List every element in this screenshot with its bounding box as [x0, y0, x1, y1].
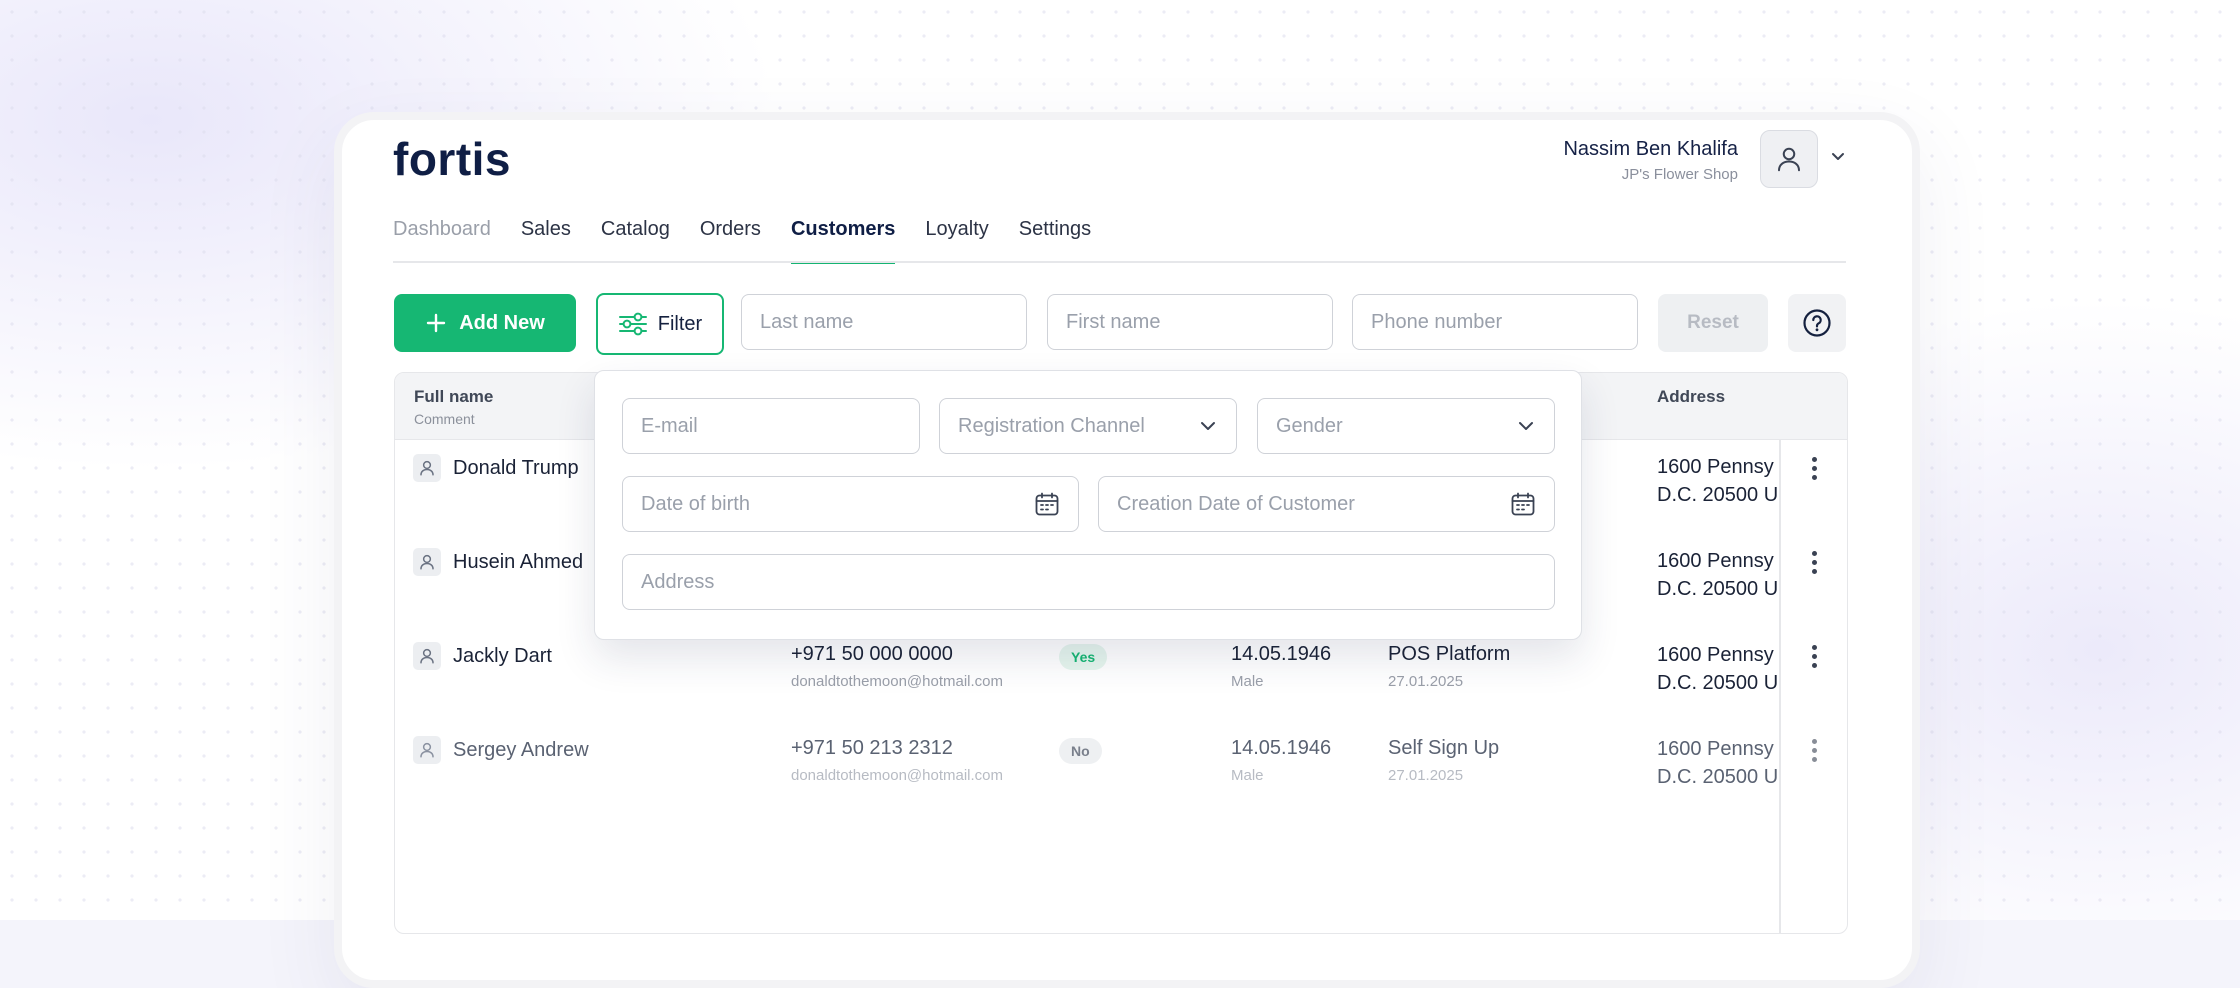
registration-channel-placeholder: Registration Channel — [958, 414, 1145, 437]
date-of-birth-field[interactable]: Date of birth — [622, 476, 1079, 532]
email-field[interactable]: E-mail — [622, 398, 920, 454]
address-line-2: D.C. 20500 U — [1657, 766, 1779, 788]
user-shop: JP's Flower Shop — [1621, 166, 1738, 183]
customer-dob: 14.05.1946 — [1231, 643, 1332, 665]
creation-date-placeholder: Creation Date of Customer — [1117, 492, 1355, 515]
customer-dob: 14.05.1946 — [1231, 737, 1332, 759]
user-icon — [1778, 147, 1800, 172]
sliders-icon — [618, 312, 647, 336]
tab-customers[interactable]: Customers — [790, 214, 896, 264]
filter-panel: E-mail Registration Channel Gender Date … — [594, 370, 1582, 640]
filter-button[interactable]: Filter — [596, 293, 724, 355]
address-line-1: 1600 Pennsy — [1657, 456, 1774, 478]
tab-sales[interactable]: Sales — [521, 214, 571, 264]
gender-select[interactable]: Gender — [1257, 398, 1555, 454]
last-name-input[interactable]: Last name — [741, 294, 1027, 350]
calendar-icon[interactable] — [1510, 491, 1536, 517]
gender-placeholder: Gender — [1276, 414, 1343, 437]
tab-orders[interactable]: Orders — [700, 214, 761, 264]
row-menu-icon[interactable] — [1811, 551, 1817, 574]
customer-address: 1600 Pennsy D.C. 20500 U — [1657, 641, 1779, 697]
table-row[interactable]: Sergey Andrew +971 50 213 2312 donaldtot… — [395, 721, 1847, 815]
person-icon — [413, 736, 441, 764]
last-name-placeholder: Last name — [760, 310, 854, 333]
status-badge: Yes — [1059, 644, 1108, 670]
tabs-divider — [393, 261, 1846, 263]
row-menu-icon[interactable] — [1811, 645, 1817, 668]
customer-gender: Male — [1231, 673, 1264, 690]
table-row[interactable]: Jackly Dart +971 50 000 0000 donaldtothe… — [395, 627, 1847, 721]
tab-dashboard[interactable]: Dashboard — [393, 214, 491, 264]
user-menu-chevron-icon[interactable] — [1830, 148, 1846, 169]
address-line-2: D.C. 20500 U — [1657, 578, 1779, 600]
customer-name[interactable]: Donald Trump — [453, 457, 579, 480]
customer-email: donaldtothemoon@hotmail.com — [791, 767, 1004, 784]
address-line-2: D.C. 20500 U — [1657, 484, 1779, 506]
tab-loyalty[interactable]: Loyalty — [925, 214, 988, 264]
chevron-down-icon — [1519, 422, 1533, 430]
customer-email: donaldtothemoon@hotmail.com — [791, 673, 1004, 690]
status-badge: No — [1059, 738, 1102, 764]
address-line-1: 1600 Pennsy — [1657, 644, 1774, 666]
person-icon — [413, 642, 441, 670]
customer-address: 1600 Pennsy D.C. 20500 U — [1657, 453, 1779, 509]
address-field[interactable]: Address — [622, 554, 1555, 610]
customer-address: 1600 Pennsy D.C. 20500 U — [1657, 735, 1779, 791]
customer-gender: Male — [1231, 767, 1264, 784]
address-line-1: 1600 Pennsy — [1657, 738, 1774, 760]
address-line-1: 1600 Pennsy — [1657, 550, 1774, 572]
row-menu-icon[interactable] — [1811, 739, 1817, 762]
plus-icon — [427, 313, 446, 333]
header-comment: Comment — [414, 411, 475, 427]
customer-channel: POS Platform — [1388, 643, 1511, 665]
customer-channel: Self Sign Up — [1388, 737, 1500, 759]
customer-phone: +971 50 000 0000 — [791, 643, 953, 665]
person-icon — [413, 548, 441, 576]
main-nav: Dashboard Sales Catalog Orders Customers… — [393, 214, 1091, 264]
tab-settings[interactable]: Settings — [1019, 214, 1091, 264]
user-name: Nassim Ben Khalifa — [1563, 138, 1738, 160]
address-line-2: D.C. 20500 U — [1657, 672, 1779, 694]
app-logo[interactable]: fortis — [393, 132, 511, 186]
customer-created: 27.01.2025 — [1388, 767, 1464, 784]
filter-label: Filter — [657, 312, 703, 335]
customer-name[interactable]: Husein Ahmed — [453, 551, 583, 574]
address-placeholder: Address — [641, 570, 715, 593]
customer-address: 1600 Pennsy D.C. 20500 U — [1657, 547, 1779, 603]
chevron-down-icon — [1201, 422, 1215, 430]
first-name-input[interactable]: First name — [1047, 294, 1333, 350]
customer-created: 27.01.2025 — [1388, 673, 1464, 690]
creation-date-field[interactable]: Creation Date of Customer — [1098, 476, 1555, 532]
reset-button[interactable]: Reset — [1658, 294, 1768, 352]
tab-catalog[interactable]: Catalog — [601, 214, 670, 264]
person-icon — [413, 454, 441, 482]
user-avatar[interactable] — [1760, 130, 1818, 188]
add-new-label: Add New — [459, 311, 545, 334]
phone-number-input[interactable]: Phone number — [1352, 294, 1638, 350]
customer-name[interactable]: Sergey Andrew — [453, 739, 589, 762]
customer-name[interactable]: Jackly Dart — [453, 645, 552, 668]
row-menu-icon[interactable] — [1811, 457, 1817, 480]
email-placeholder: E-mail — [641, 414, 698, 437]
registration-channel-select[interactable]: Registration Channel — [939, 398, 1237, 454]
phone-number-placeholder: Phone number — [1371, 310, 1503, 333]
help-button[interactable] — [1788, 294, 1846, 352]
customer-phone: +971 50 213 2312 — [791, 737, 953, 759]
help-icon — [1803, 309, 1831, 337]
calendar-icon[interactable] — [1034, 491, 1060, 517]
first-name-placeholder: First name — [1066, 310, 1161, 333]
header-address[interactable]: Address — [1657, 387, 1725, 407]
dob-placeholder: Date of birth — [641, 492, 750, 515]
header-full-name[interactable]: Full name — [414, 387, 493, 407]
add-new-button[interactable]: Add New — [394, 294, 576, 352]
